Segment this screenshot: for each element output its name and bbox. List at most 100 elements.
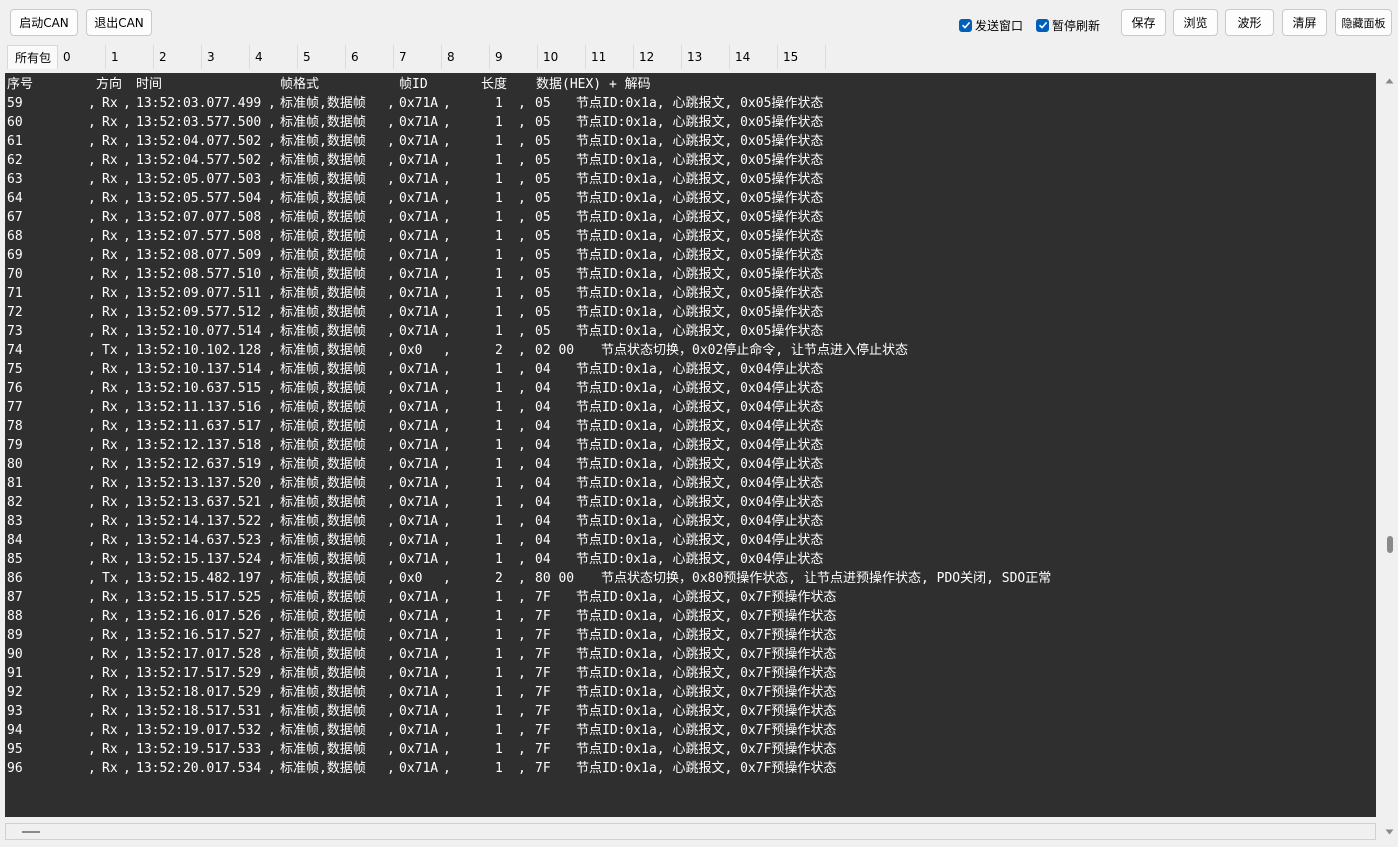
separator: , bbox=[123, 704, 131, 719]
row-data-hex: 7F bbox=[535, 761, 551, 776]
tab-channel-2[interactable]: 2 bbox=[154, 45, 202, 69]
row-data-hex: 7F bbox=[535, 628, 551, 643]
tab-channel-9[interactable]: 9 bbox=[490, 45, 538, 69]
separator: , bbox=[387, 96, 395, 111]
tab-channel-14[interactable]: 14 bbox=[730, 45, 778, 69]
separator: , bbox=[268, 362, 276, 377]
separator: , bbox=[518, 514, 526, 529]
separator: , bbox=[443, 514, 451, 529]
separator: , bbox=[387, 438, 395, 453]
chevron-up-icon[interactable] bbox=[1385, 77, 1394, 85]
start-can-button[interactable]: 启动CAN bbox=[10, 9, 78, 36]
separator: , bbox=[268, 419, 276, 434]
tab-channel-6[interactable]: 6 bbox=[346, 45, 394, 69]
separator: , bbox=[387, 248, 395, 263]
chevron-down-icon[interactable] bbox=[1385, 828, 1394, 836]
tab-channel-8[interactable]: 8 bbox=[442, 45, 490, 69]
separator: , bbox=[518, 324, 526, 339]
row-decode: 节点ID:0x1a, 心跳报文, 0x05操作状态 bbox=[576, 134, 824, 149]
separator: , bbox=[443, 115, 451, 130]
row-length: 1 bbox=[495, 533, 503, 548]
row-dir: Rx bbox=[102, 704, 118, 719]
horizontal-scrollbar[interactable] bbox=[5, 823, 1376, 840]
tab-all-packets[interactable]: 所有包 bbox=[7, 45, 58, 69]
separator: , bbox=[387, 172, 395, 187]
row-decode: 节点ID:0x1a, 心跳报文, 0x05操作状态 bbox=[576, 248, 824, 263]
waveform-button[interactable]: 波形 bbox=[1225, 9, 1274, 36]
pause-refresh-checkbox[interactable]: 暂停刷新 bbox=[1036, 17, 1100, 33]
row-decode: 节点ID:0x1a, 心跳报文, 0x05操作状态 bbox=[576, 191, 824, 206]
row-format: 标准帧,数据帧 bbox=[280, 419, 366, 434]
row-length: 2 bbox=[495, 571, 503, 586]
row-data-hex: 80 00 bbox=[535, 571, 575, 586]
row-frame-id: 0x71A bbox=[399, 457, 439, 472]
separator: , bbox=[443, 723, 451, 738]
clear-button[interactable]: 清屏 bbox=[1282, 9, 1327, 36]
row-time: 13:52:18.517.531 bbox=[136, 704, 262, 719]
row-format: 标准帧,数据帧 bbox=[280, 457, 366, 472]
separator: , bbox=[123, 96, 131, 111]
separator: , bbox=[88, 514, 96, 529]
row-data-hex: 04 bbox=[535, 552, 551, 567]
row-seq: 94 bbox=[7, 723, 23, 738]
separator: , bbox=[387, 666, 395, 681]
row-length: 1 bbox=[495, 438, 503, 453]
separator: , bbox=[387, 742, 395, 757]
browse-button[interactable]: 浏览 bbox=[1173, 9, 1218, 36]
tab-channel-4[interactable]: 4 bbox=[250, 45, 298, 69]
row-seq: 88 bbox=[7, 609, 23, 624]
tab-channel-0[interactable]: 0 bbox=[58, 45, 106, 69]
scroll-thumb[interactable] bbox=[1387, 536, 1393, 553]
row-format: 标准帧,数据帧 bbox=[280, 343, 366, 358]
tab-channel-10[interactable]: 10 bbox=[538, 45, 586, 69]
row-frame-id: 0x71A bbox=[399, 552, 439, 567]
separator: , bbox=[518, 305, 526, 320]
separator: , bbox=[443, 153, 451, 168]
separator: , bbox=[443, 267, 451, 282]
separator: , bbox=[123, 115, 131, 130]
tab-channel-11[interactable]: 11 bbox=[586, 45, 634, 69]
exit-can-button[interactable]: 退出CAN bbox=[86, 9, 152, 36]
row-dir: Rx bbox=[102, 552, 118, 567]
vertical-scrollbar[interactable] bbox=[1381, 73, 1398, 844]
separator: , bbox=[387, 590, 395, 605]
row-seq: 81 bbox=[7, 476, 23, 491]
separator: , bbox=[123, 267, 131, 282]
save-button[interactable]: 保存 bbox=[1121, 9, 1166, 36]
separator: , bbox=[88, 267, 96, 282]
tab-channel-1[interactable]: 1 bbox=[106, 45, 154, 69]
separator: , bbox=[518, 96, 526, 111]
separator: , bbox=[88, 229, 96, 244]
hscroll-thumb[interactable] bbox=[22, 831, 40, 833]
separator: , bbox=[443, 172, 451, 187]
separator: , bbox=[443, 96, 451, 111]
row-seq: 79 bbox=[7, 438, 23, 453]
separator: , bbox=[387, 495, 395, 510]
row-data-hex: 04 bbox=[535, 400, 551, 415]
send-window-checkbox[interactable]: 发送窗口 bbox=[959, 17, 1023, 33]
tab-channel-7[interactable]: 7 bbox=[394, 45, 442, 69]
row-decode: 节点ID:0x1a, 心跳报文, 0x04停止状态 bbox=[576, 438, 824, 453]
row-seq: 71 bbox=[7, 286, 23, 301]
separator: , bbox=[268, 628, 276, 643]
row-length: 1 bbox=[495, 267, 503, 282]
row-data-hex: 05 bbox=[535, 267, 551, 282]
row-frame-id: 0x71A bbox=[399, 286, 439, 301]
tab-channel-12[interactable]: 12 bbox=[634, 45, 682, 69]
row-seq: 83 bbox=[7, 514, 23, 529]
separator: , bbox=[443, 305, 451, 320]
row-frame-id: 0x71A bbox=[399, 305, 439, 320]
tab-channel-5[interactable]: 5 bbox=[298, 45, 346, 69]
tab-channel-15[interactable]: 15 bbox=[778, 45, 826, 69]
separator: , bbox=[387, 362, 395, 377]
can-log-console[interactable]: 序号 方向 时间 帧格式 帧ID 长度 数据(HEX) + 解码 59, Rx, 1… bbox=[5, 73, 1376, 817]
tab-channel-13[interactable]: 13 bbox=[682, 45, 730, 69]
tab-channel-3[interactable]: 3 bbox=[202, 45, 250, 69]
separator: , bbox=[123, 229, 131, 244]
separator: , bbox=[443, 609, 451, 624]
hide-panel-button[interactable]: 隐藏面板 bbox=[1335, 9, 1392, 36]
separator: , bbox=[268, 609, 276, 624]
separator: , bbox=[387, 191, 395, 206]
row-frame-id: 0x71A bbox=[399, 723, 439, 738]
console-header-row: 序号 方向 时间 帧格式 帧ID 长度 数据(HEX) + 解码 bbox=[6, 75, 651, 94]
